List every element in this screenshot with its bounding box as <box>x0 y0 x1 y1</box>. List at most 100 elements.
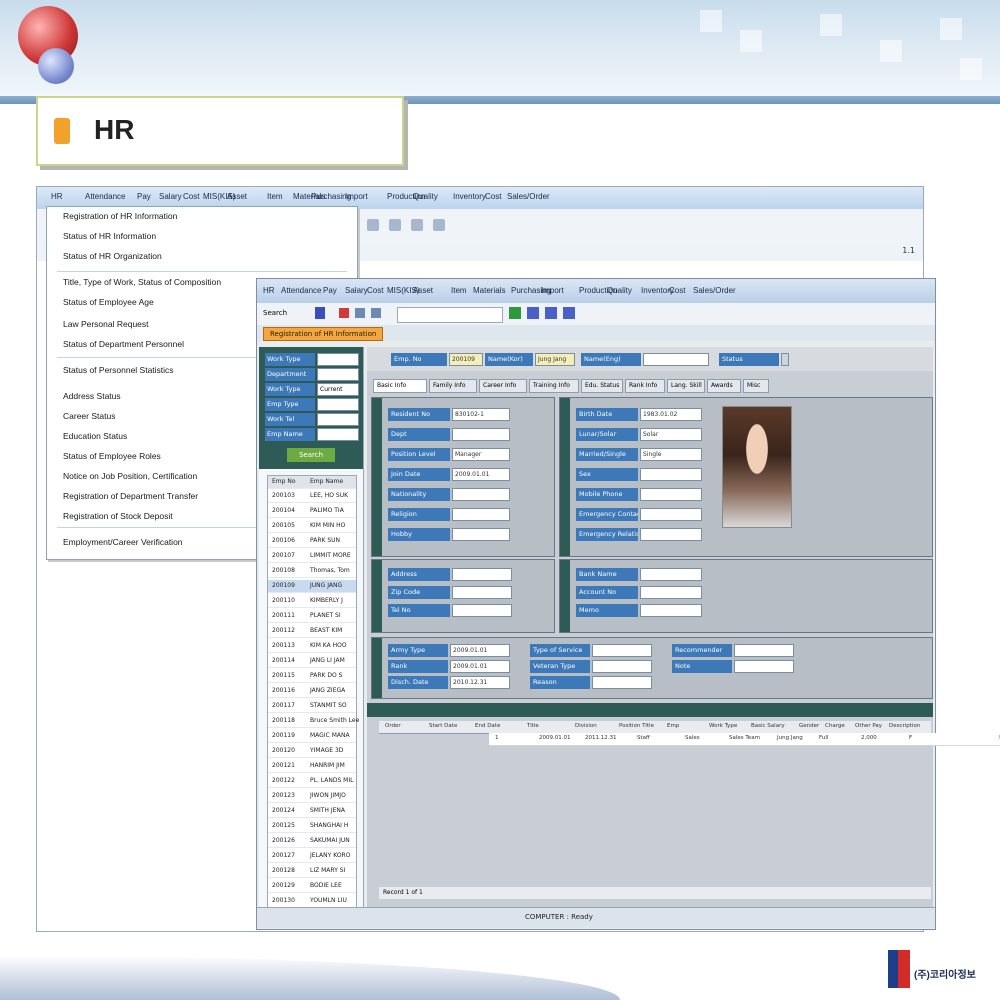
field-input[interactable] <box>734 644 794 657</box>
menu-item[interactable]: Title, Type of Work, Status of Compositi… <box>63 277 221 287</box>
list-item[interactable]: 200105 KIM MIN HO <box>268 520 356 533</box>
field-input[interactable]: 2009.01.01 <box>452 468 510 481</box>
delete-icon[interactable] <box>339 308 349 318</box>
search-field[interactable] <box>317 368 359 381</box>
search-field[interactable] <box>317 398 359 411</box>
menu-item[interactable]: Asset <box>227 192 247 201</box>
field-input[interactable] <box>640 568 702 581</box>
search-field[interactable] <box>317 353 359 366</box>
tab-hr-registration[interactable]: Registration of HR Information <box>263 327 384 341</box>
field-input[interactable] <box>640 586 702 599</box>
menu-item[interactable]: Import <box>345 192 368 201</box>
menu-item[interactable]: Attendance <box>85 192 125 201</box>
toolbar-icon[interactable] <box>411 219 423 231</box>
field-input[interactable] <box>592 676 652 689</box>
list-item[interactable]: 200121 HANRIM JIM <box>268 760 356 773</box>
list-item[interactable]: 200111 PLANET SI <box>268 610 356 623</box>
menu-item[interactable]: Attendance <box>281 286 321 295</box>
menu-item[interactable]: Status of Employee Age <box>63 297 154 307</box>
list-item[interactable]: 200128 LIZ MARY SI <box>268 865 356 878</box>
list-item[interactable]: 200123 JIWON JIMJO <box>268 790 356 803</box>
list-item[interactable]: 200118 Bruce Smith Lee <box>268 715 359 728</box>
list-item[interactable]: 200115 PARK DO S <box>268 670 356 683</box>
status-dropdown-icon[interactable] <box>781 353 789 366</box>
menu-item[interactable]: Salary <box>159 192 182 201</box>
menu-item[interactable]: Status of HR Information <box>63 231 156 241</box>
field-input[interactable] <box>452 604 512 617</box>
menu-item[interactable]: Registration of HR Information <box>63 211 177 221</box>
menu-item[interactable]: Status of Department Personnel <box>63 339 184 349</box>
menu-item[interactable]: Cost <box>669 286 685 295</box>
menu-item[interactable]: Education Status <box>63 431 127 441</box>
tab-8[interactable]: Awards <box>707 379 741 393</box>
field-input[interactable]: 1983.01.02 <box>640 408 702 421</box>
name-kor-field[interactable]: Jung Jang <box>535 353 575 366</box>
field-input[interactable] <box>452 568 512 581</box>
menu-item[interactable]: Career Status <box>63 411 115 421</box>
list-item[interactable]: 200103 LEE, HO SUK <box>268 490 356 503</box>
list-item[interactable]: 200112 BEAST KIM <box>268 625 356 638</box>
menu-item[interactable]: Pay <box>137 192 151 201</box>
list-item[interactable]: 200129 BODIE LEE <box>268 880 356 893</box>
list-item[interactable]: 200104 PALIMO TIA <box>268 505 356 518</box>
toolbar-icon[interactable] <box>371 308 381 318</box>
menu-item[interactable]: Materials <box>473 286 505 295</box>
search-field[interactable] <box>317 428 359 441</box>
menu-item[interactable]: Salary <box>345 286 368 295</box>
menu-item[interactable]: Cost <box>485 192 501 201</box>
search-field[interactable] <box>317 413 359 426</box>
field-input[interactable]: Single <box>640 448 702 461</box>
field-input[interactable] <box>592 644 652 657</box>
field-input[interactable] <box>640 604 702 617</box>
search-button[interactable]: Search <box>287 448 335 462</box>
list-item[interactable]: 200125 SHANGHAI H <box>268 820 356 833</box>
menu-item[interactable]: Cost <box>183 192 199 201</box>
tab-3[interactable]: Career Info <box>479 379 527 393</box>
menu-item[interactable]: Pay <box>323 286 337 295</box>
menu-item[interactable]: HR <box>263 286 275 295</box>
list-item[interactable]: 200124 SMITH JENA <box>268 805 356 818</box>
list-item[interactable]: 200127 JELANY KORO <box>268 850 356 863</box>
export-icon[interactable] <box>545 307 557 319</box>
tab-1[interactable]: Basic Info <box>373 379 427 393</box>
field-input[interactable] <box>452 508 510 521</box>
list-item[interactable]: 200120 YIMAGE 3D <box>268 745 356 758</box>
menu-item[interactable]: Registration of Stock Deposit <box>63 511 173 521</box>
field-input[interactable] <box>592 660 652 673</box>
list-item[interactable]: 200126 SAKUMAI JUN <box>268 835 356 848</box>
list-item[interactable]: 200122 PL. LANDS MIL <box>268 775 356 788</box>
field-input[interactable] <box>734 660 794 673</box>
menu-item[interactable]: Inventory <box>453 192 486 201</box>
toolbar-icon[interactable] <box>355 308 365 318</box>
tab-6[interactable]: Rank Info <box>625 379 665 393</box>
search-field[interactable]: Current <box>317 383 359 396</box>
list-item[interactable]: 200114 JANG LI JAM <box>268 655 356 668</box>
tab-7[interactable]: Lang. Skill <box>667 379 705 393</box>
menu-item[interactable]: Asset <box>413 286 433 295</box>
toolbar-icon[interactable] <box>389 219 401 231</box>
toolbar-icon[interactable] <box>433 219 445 231</box>
field-input[interactable] <box>640 488 702 501</box>
field-input[interactable]: Solar <box>640 428 702 441</box>
field-input[interactable] <box>640 508 702 521</box>
list-item[interactable]: 200110 KIMBERLY J <box>268 595 356 608</box>
list-item[interactable]: 200117 STANMIT SO <box>268 700 356 713</box>
menu-item[interactable]: HR <box>51 192 63 201</box>
menu-item[interactable]: Notice on Job Position, Certification <box>63 471 197 481</box>
list-item[interactable]: 200116 JANG ZIEGA <box>268 685 356 698</box>
menu-item[interactable]: Quality <box>413 192 438 201</box>
toolbar-input[interactable] <box>397 307 503 323</box>
tab-9[interactable]: Misc <box>743 379 769 393</box>
table-row[interactable]: 1 2009.01.01 2011.12.31 Staff Sales Sales Tea… <box>489 733 1000 746</box>
refresh-icon[interactable] <box>509 307 521 319</box>
tab-2[interactable]: Family Info <box>429 379 477 393</box>
field-input[interactable] <box>452 488 510 501</box>
tab-5[interactable]: Edu. Status <box>581 379 623 393</box>
field-input[interactable]: 830102-1 <box>452 408 510 421</box>
menu-item[interactable]: Status of HR Organization <box>63 251 162 261</box>
menu-item[interactable]: Item <box>267 192 283 201</box>
tab-4[interactable]: Training Info <box>529 379 579 393</box>
print-icon[interactable] <box>527 307 539 319</box>
field-input[interactable] <box>640 468 702 481</box>
list-item[interactable]: 200119 MAGIC MANA <box>268 730 356 743</box>
